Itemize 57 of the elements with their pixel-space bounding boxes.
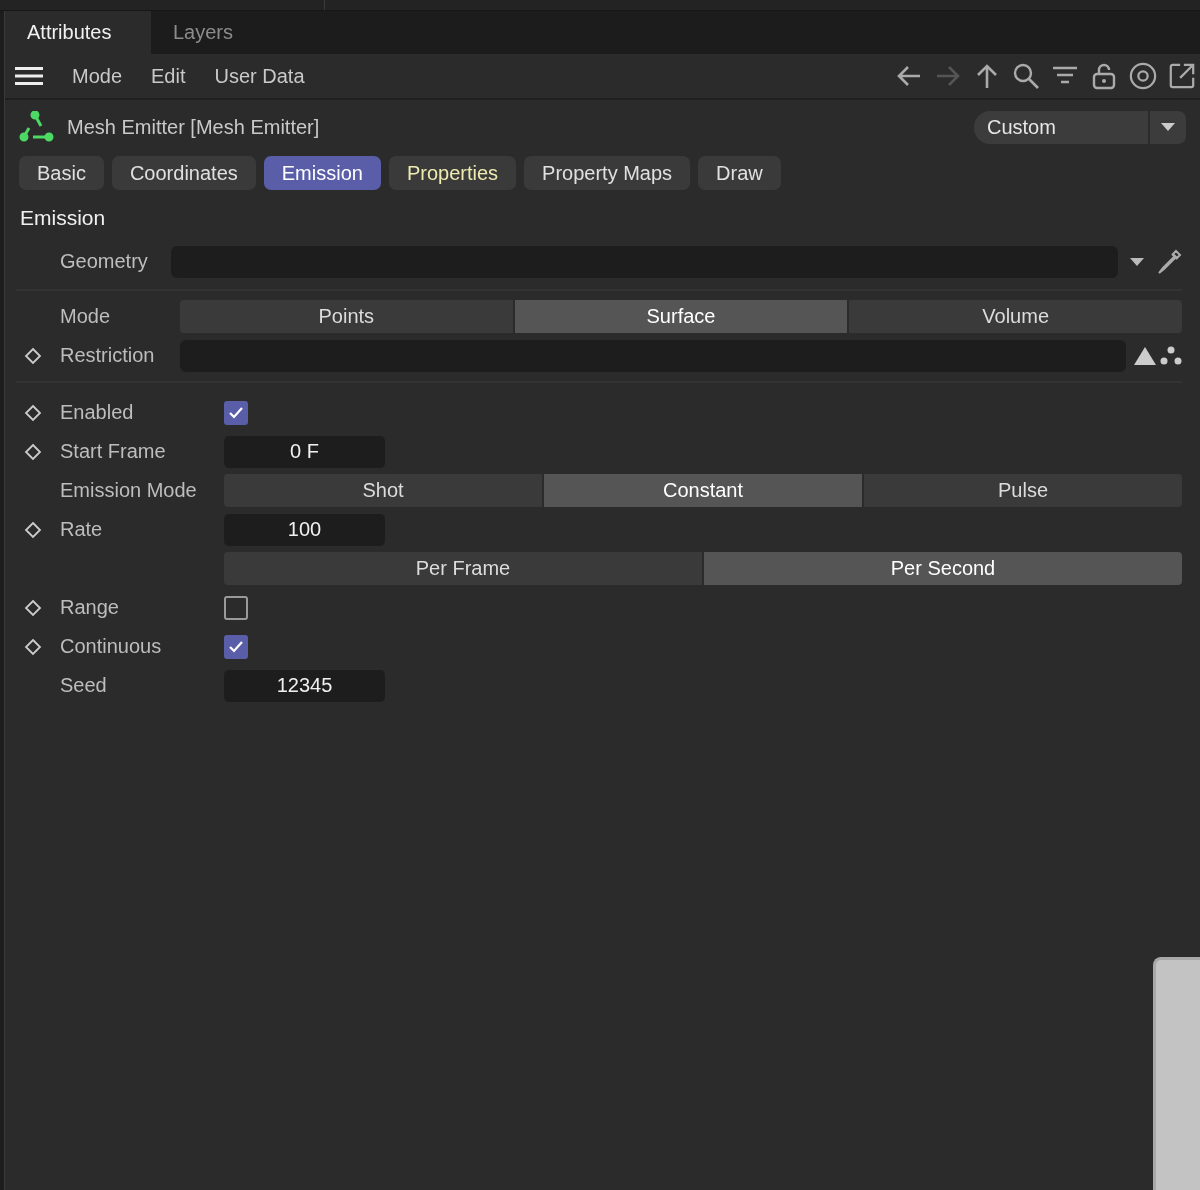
field-label: Seed	[60, 674, 107, 696]
segment-button[interactable]: Per Second	[704, 552, 1182, 585]
keyframe-diamond-icon[interactable]	[24, 520, 42, 539]
field-label: Enabled	[60, 401, 134, 423]
eyedropper-icon[interactable]	[1156, 248, 1182, 275]
segment-button[interactable]: Pulse	[864, 474, 1182, 507]
tab[interactable]: Emission	[263, 156, 381, 190]
tab[interactable]: Coordinates	[111, 156, 256, 190]
segment-button[interactable]: Shot	[224, 474, 542, 507]
checkbox[interactable]	[224, 634, 248, 659]
checkbox[interactable]	[224, 595, 248, 620]
unlocked-padlock-icon[interactable]	[1090, 62, 1118, 90]
number-field[interactable]: 100	[224, 513, 385, 546]
search-icon[interactable]	[1012, 62, 1040, 90]
external-window-icon[interactable]	[1168, 62, 1196, 90]
caret-icon	[1161, 123, 1175, 131]
segment-button[interactable]: Per Frame	[224, 552, 702, 585]
tab[interactable]: Basic	[19, 156, 104, 190]
three-dots-icon[interactable]	[1160, 345, 1182, 366]
field-label: Start Frame	[60, 440, 166, 462]
checkmark-icon	[229, 406, 243, 419]
triangle-icon[interactable]	[1134, 346, 1156, 365]
field-label: Geometry	[60, 250, 148, 272]
field-label: Continuous	[60, 635, 162, 657]
tab[interactable]: Properties	[388, 156, 517, 190]
keyframe-diamond-icon[interactable]	[24, 637, 42, 656]
number-field[interactable]: 0 F	[224, 435, 385, 468]
field-label: Mode	[60, 305, 111, 327]
menu-item[interactable]: Edit	[151, 64, 186, 88]
caret-icon[interactable]	[1130, 257, 1144, 266]
field-label: Restriction	[60, 344, 155, 366]
section-title: Emission	[19, 205, 107, 231]
keyframe-diamond-icon[interactable]	[24, 403, 42, 422]
target-icon[interactable]	[1129, 62, 1157, 90]
checkbox[interactable]	[224, 400, 248, 425]
field-label: Emission Mode	[60, 479, 197, 501]
keyframe-diamond-icon[interactable]	[24, 346, 42, 365]
field-label: Range	[60, 596, 119, 618]
segment-button[interactable]: Points	[180, 300, 513, 333]
menu-icon[interactable]	[15, 66, 43, 86]
panel-tab[interactable]: Layers	[151, 11, 256, 54]
preset-dropdown[interactable]: Custom	[974, 110, 1186, 144]
segment-button[interactable]: Volume	[849, 300, 1182, 333]
segment-button[interactable]: Constant	[544, 474, 862, 507]
panel-tab[interactable]: Attributes	[5, 11, 151, 54]
mesh-emitter-icon	[19, 111, 55, 143]
tab[interactable]: Property Maps	[524, 156, 691, 190]
object-title: Mesh Emitter [Mesh Emitter]	[67, 115, 320, 139]
keyframe-diamond-icon[interactable]	[24, 598, 42, 617]
menu-item[interactable]: Mode	[72, 64, 123, 88]
tab[interactable]: Draw	[698, 156, 781, 190]
number-field[interactable]: 12345	[224, 669, 385, 702]
field-label: Rate	[60, 518, 103, 540]
segment-button[interactable]: Surface	[514, 300, 848, 333]
checkmark-icon	[229, 640, 243, 653]
keyframe-diamond-icon[interactable]	[24, 442, 42, 461]
menu-item[interactable]: User Data	[214, 64, 305, 88]
